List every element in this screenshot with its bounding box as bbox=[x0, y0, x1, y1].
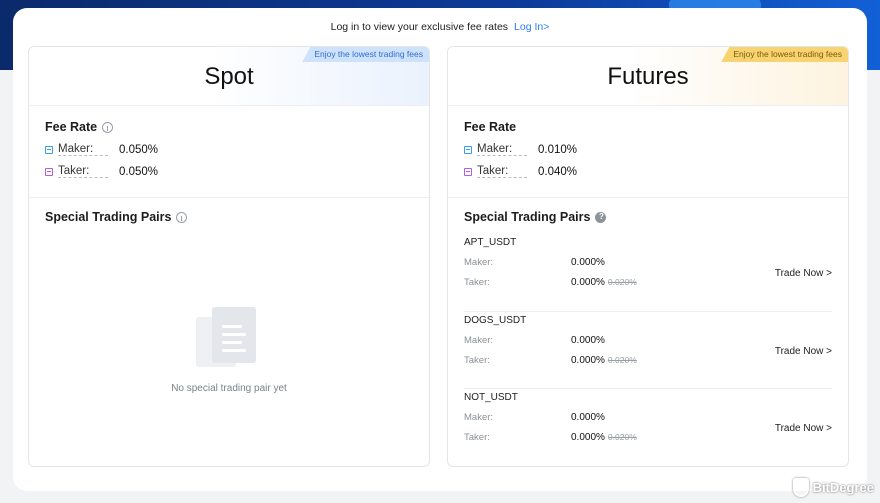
pair-name: APT_USDT bbox=[464, 237, 517, 248]
info-icon[interactable] bbox=[102, 121, 114, 133]
spot-taker-row: Taker: 0.050% bbox=[45, 165, 413, 178]
info-icon[interactable] bbox=[176, 211, 188, 223]
pair-maker-label: Maker: bbox=[464, 257, 494, 268]
empty-document-icon bbox=[194, 303, 264, 373]
pair-taker-label: Taker: bbox=[464, 354, 490, 366]
futures-pairs-title: Special Trading Pairs bbox=[464, 210, 832, 224]
futures-pairs-label: Special Trading Pairs bbox=[464, 210, 591, 224]
futures-ribbon: Enjoy the lowest trading fees bbox=[721, 47, 848, 62]
pair-maker-row: Maker: 0.000% bbox=[464, 257, 832, 268]
taker-icon bbox=[45, 167, 53, 176]
futures-taker-row: Taker: 0.040% bbox=[464, 165, 832, 178]
spot-taker-value: 0.050% bbox=[119, 165, 159, 178]
empty-state-text: No special trading pair yet bbox=[171, 383, 287, 394]
pair-maker-value: 0.000% bbox=[571, 257, 605, 268]
futures-card: Futures Enjoy the lowest trading fees Fe… bbox=[447, 46, 849, 467]
pair-taker-label: Taker: bbox=[464, 277, 490, 288]
login-prompt-text: Log in to view your exclusive fee rates bbox=[330, 21, 509, 33]
futures-taker-value: 0.040% bbox=[538, 165, 578, 178]
futures-maker-label[interactable]: Maker: bbox=[477, 143, 527, 156]
spot-ribbon: Enjoy the lowest trading fees bbox=[302, 47, 429, 62]
fee-panel: Log in to view your exclusive fee rates L… bbox=[13, 8, 867, 491]
pair-taker-value: 0.000% bbox=[571, 277, 605, 288]
login-bar: Log in to view your exclusive fee rates L… bbox=[13, 21, 867, 33]
trade-now-link[interactable]: Trade Now > bbox=[775, 423, 832, 434]
pair-name: DOGS_USDT bbox=[464, 314, 527, 326]
futures-title: Futures bbox=[607, 63, 689, 90]
spot-maker-label[interactable]: Maker: bbox=[58, 143, 108, 156]
pair-item: APT_USDT Maker: 0.000% Taker: 0.000% 0.0… bbox=[464, 234, 832, 312]
pair-maker-label: Maker: bbox=[464, 334, 494, 346]
pair-item: NOT_USDT Maker: 0.000% Taker: 0.000% 0.0… bbox=[464, 389, 832, 466]
login-link[interactable]: Log In> bbox=[514, 21, 549, 33]
futures-pairs-section: Special Trading Pairs APT_USDT Maker: 0.… bbox=[448, 198, 848, 466]
bitdegree-watermark: BitDegree bbox=[792, 478, 874, 497]
maker-icon bbox=[45, 145, 53, 154]
spot-title: Spot bbox=[204, 63, 254, 90]
pair-taker-value: 0.000% bbox=[571, 354, 605, 366]
pair-maker-row: Maker: 0.000% bbox=[464, 335, 832, 346]
spot-maker-row: Maker: 0.050% bbox=[45, 143, 413, 156]
pair-taker-value: 0.000% bbox=[571, 432, 605, 443]
help-icon[interactable] bbox=[595, 211, 607, 223]
pair-taker-old-value: 0.020% bbox=[607, 277, 637, 287]
pair-item: DOGS_USDT Maker: 0.000% Taker: 0.000% 0.… bbox=[464, 312, 832, 389]
futures-fee-rate-label: Fee Rate bbox=[464, 120, 517, 134]
futures-card-header: Futures Enjoy the lowest trading fees bbox=[448, 47, 848, 106]
watermark-text: BitDegree bbox=[812, 480, 874, 495]
trade-now-link[interactable]: Trade Now > bbox=[775, 346, 832, 357]
futures-taker-label[interactable]: Taker: bbox=[477, 165, 527, 178]
spot-card-header: Spot Enjoy the lowest trading fees bbox=[29, 47, 429, 106]
pair-maker-value: 0.000% bbox=[571, 412, 605, 423]
futures-pair-list: APT_USDT Maker: 0.000% Taker: 0.000% 0.0… bbox=[464, 234, 832, 466]
pair-taker-label: Taker: bbox=[464, 432, 490, 443]
spot-taker-label[interactable]: Taker: bbox=[58, 165, 108, 178]
pair-taker-old-value: 0.020% bbox=[607, 354, 637, 365]
futures-maker-value: 0.010% bbox=[538, 143, 578, 156]
spot-pairs-title: Special Trading Pairs bbox=[45, 210, 413, 224]
spot-pairs-label: Special Trading Pairs bbox=[45, 210, 172, 224]
pair-maker-label: Maker: bbox=[464, 412, 494, 423]
maker-icon bbox=[464, 145, 472, 154]
trade-now-link[interactable]: Trade Now > bbox=[775, 268, 832, 279]
taker-icon bbox=[464, 167, 472, 176]
spot-fee-rate-label: Fee Rate bbox=[45, 120, 98, 134]
spot-fee-rate-section: Fee Rate Maker: 0.050% Taker: 0.050% bbox=[29, 106, 429, 198]
spot-maker-value: 0.050% bbox=[119, 143, 159, 156]
futures-fee-rate-title: Fee Rate bbox=[464, 120, 832, 134]
spot-fee-rate-title: Fee Rate bbox=[45, 120, 413, 134]
pair-taker-old-value: 0.020% bbox=[607, 432, 637, 442]
futures-maker-row: Maker: 0.010% bbox=[464, 143, 832, 156]
pair-maker-value: 0.000% bbox=[571, 334, 605, 346]
spot-card: Spot Enjoy the lowest trading fees Fee R… bbox=[28, 46, 430, 467]
bitdegree-logo-icon bbox=[792, 478, 809, 497]
spot-pairs-section: Special Trading Pairs No special trading… bbox=[29, 198, 429, 466]
pair-name: NOT_USDT bbox=[464, 392, 518, 403]
futures-fee-rate-section: Fee Rate Maker: 0.010% Taker: 0.040% bbox=[448, 106, 848, 198]
empty-state: No special trading pair yet bbox=[29, 303, 429, 394]
pair-maker-row: Maker: 0.000% bbox=[464, 412, 832, 423]
